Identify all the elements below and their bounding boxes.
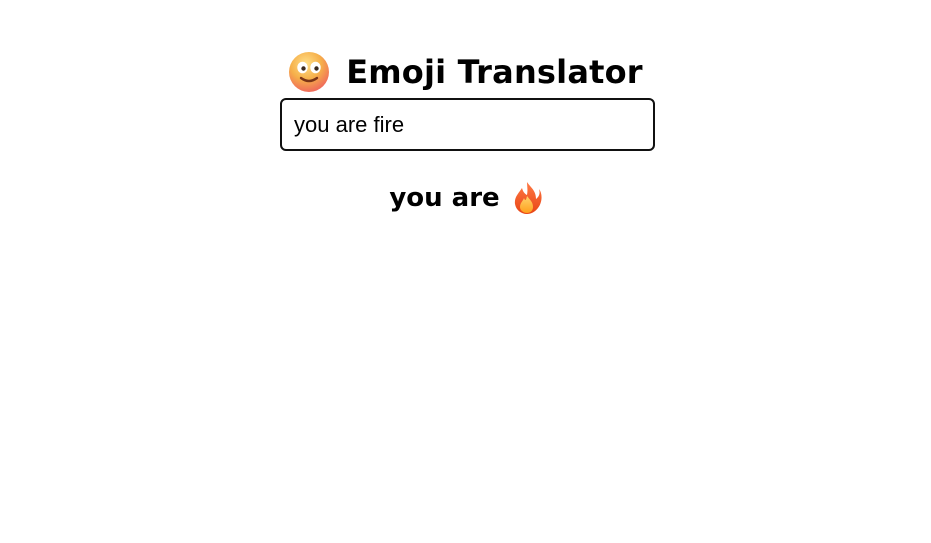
translator-input-container[interactable] <box>280 98 655 151</box>
emoji-translator-app: Emoji Translator you are <box>0 0 931 543</box>
translation-output: you are <box>0 178 931 218</box>
translator-input[interactable] <box>282 100 653 149</box>
smiling-face-icon <box>289 52 330 92</box>
page-title: Emoji Translator <box>346 53 643 91</box>
fire-icon <box>514 182 542 214</box>
translated-text: you are <box>389 183 500 213</box>
app-header: Emoji Translator <box>0 50 931 94</box>
